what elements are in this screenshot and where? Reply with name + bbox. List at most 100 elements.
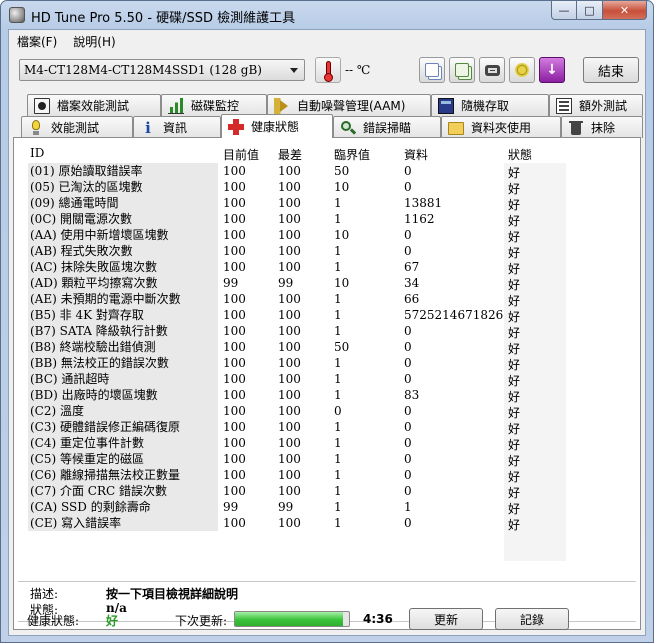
attr-id: (BD) 出廠時的壞區塊數 — [28, 387, 218, 403]
attr-worst: 100 — [278, 324, 301, 338]
table-row[interactable]: (C2) 溫度 100 100 0 0 好 — [28, 403, 560, 420]
table-row[interactable]: (B8) 終端校驗出錯偵測 100 100 50 0 好 — [28, 339, 560, 356]
attr-worst: 100 — [278, 484, 301, 498]
table-row[interactable]: (0C) 開關電源次數 100 100 1 1162 好 — [28, 211, 560, 228]
copy-button[interactable] — [419, 57, 445, 83]
menu-help[interactable]: 說明(H) — [65, 30, 123, 52]
copy-icon — [425, 63, 439, 77]
error-scan-icon — [340, 120, 357, 136]
maximize-button[interactable]: □ — [577, 1, 603, 20]
attr-current: 100 — [223, 324, 246, 338]
tab-aam[interactable]: 自動噪聲管理(AAM) — [267, 94, 431, 116]
description-label: 描述: — [30, 587, 59, 601]
attr-worst: 100 — [278, 260, 301, 274]
table-row[interactable]: (AA) 使用中新增壞區塊數 100 100 10 0 好 — [28, 227, 560, 244]
header-worst[interactable]: 最差 — [278, 146, 302, 163]
table-row[interactable]: (09) 總通電時間 100 100 1 13881 好 — [28, 195, 560, 212]
header-current[interactable]: 目前值 — [223, 146, 259, 163]
tab-label: 資料夾使用 — [471, 121, 532, 135]
attr-worst: 100 — [278, 180, 301, 194]
table-row[interactable]: (CE) 寫入錯誤率 100 100 1 0 好 — [28, 515, 560, 532]
header-status[interactable]: 狀態 — [508, 146, 532, 163]
tab-erase[interactable]: 抹除 — [561, 116, 643, 138]
attr-id: (C3) 硬體錯誤修正編碼復原 — [28, 419, 218, 435]
attr-threshold: 10 — [334, 276, 350, 290]
attr-threshold: 1 — [334, 372, 342, 386]
drive-select-value: M4-CT128M4-CT128M4SSD1 (128 gB) — [24, 63, 262, 77]
table-row[interactable]: (BD) 出廠時的壞區塊數 100 100 1 83 好 — [28, 387, 560, 404]
table-row[interactable]: (C5) 等候重定的磁區 100 100 1 0 好 — [28, 451, 560, 468]
drive-select[interactable]: M4-CT128M4-CT128M4SSD1 (128 gB) — [19, 59, 305, 81]
close-button[interactable]: ✕ — [603, 1, 647, 20]
table-row[interactable]: (AD) 顆粒平均擦寫次數 99 99 10 34 好 — [28, 275, 560, 292]
tab-error-scan[interactable]: 錯誤掃瞄 — [333, 116, 441, 138]
attr-id: (AE) 未預期的電源中斷次數 — [28, 291, 218, 307]
attr-threshold: 0 — [334, 404, 342, 418]
table-row[interactable]: (BB) 無法校正的錯誤次數 100 100 1 0 好 — [28, 355, 560, 372]
tab-random-access[interactable]: 隨機存取 — [431, 94, 549, 116]
header-threshold[interactable]: 臨界值 — [334, 146, 370, 163]
table-row[interactable]: (AE) 未預期的電源中斷次數 100 100 1 66 好 — [28, 291, 560, 308]
erase-icon — [568, 120, 584, 136]
attr-current: 100 — [223, 516, 246, 530]
table-row[interactable]: (C3) 硬體錯誤修正編碼復原 100 100 1 0 好 — [28, 419, 560, 436]
minimize-button[interactable]: — — [551, 1, 577, 20]
tab-row-bottom: 效能測試 i 資訊 健康狀態 錯誤掃瞄 資料夾使用 抹除 — [21, 114, 643, 138]
tab-label: 效能測試 — [51, 121, 100, 135]
exit-button[interactable]: 結束 — [583, 57, 639, 83]
attr-worst: 100 — [278, 356, 301, 370]
attr-current: 100 — [223, 340, 246, 354]
menu-file[interactable]: 檔案(F) — [9, 30, 65, 52]
attr-worst: 100 — [278, 340, 301, 354]
attr-worst: 100 — [278, 404, 301, 418]
tab-health[interactable]: 健康狀態 — [221, 114, 333, 138]
attr-worst: 100 — [278, 372, 301, 386]
table-row[interactable]: (C4) 重定位事件計數 100 100 1 0 好 — [28, 435, 560, 452]
tab-info[interactable]: i 資訊 — [133, 116, 221, 138]
download-button[interactable]: ↓ — [539, 57, 565, 83]
extra-tests-icon — [556, 97, 572, 114]
log-button[interactable]: 記錄 — [495, 608, 569, 630]
attr-threshold: 50 — [334, 340, 350, 354]
attr-threshold: 1 — [334, 260, 342, 274]
tab-extra-tests[interactable]: 額外測試 — [549, 94, 643, 116]
tab-label: 額外測試 — [579, 99, 628, 113]
table-row[interactable]: (05) 已淘汰的區塊數 100 100 10 0 好 — [28, 179, 560, 196]
table-row[interactable]: (AB) 程式失敗次數 100 100 1 0 好 — [28, 243, 560, 260]
attr-data: 0 — [404, 180, 412, 194]
tab-benchmark[interactable]: 效能測試 — [21, 116, 133, 138]
tab-folder-usage[interactable]: 資料夾使用 — [441, 116, 561, 138]
attr-worst: 100 — [278, 196, 301, 210]
table-row[interactable]: (B7) SATA 降級執行計數 100 100 1 0 好 — [28, 323, 560, 340]
attr-data: 0 — [404, 484, 412, 498]
attr-worst: 100 — [278, 436, 301, 450]
table-row[interactable]: (C7) 介面 CRC 錯誤次數 100 100 1 0 好 — [28, 483, 560, 500]
header-id[interactable]: ID — [28, 145, 218, 161]
attr-current: 100 — [223, 436, 246, 450]
header-data[interactable]: 資料 — [404, 146, 428, 163]
title-bar[interactable]: HD Tune Pro 5.50 - 硬碟/SSD 檢測維護工具 — □ ✕ — [1, 1, 653, 29]
table-row[interactable]: (C6) 離線掃描無法校正數量 100 100 1 0 好 — [28, 467, 560, 484]
attr-current: 100 — [223, 260, 246, 274]
attr-threshold: 1 — [334, 484, 342, 498]
table-row[interactable]: (AC) 抹除失敗區塊次數 100 100 1 67 好 — [28, 259, 560, 276]
tab-disk-monitor[interactable]: 磁碟監控 — [161, 94, 267, 116]
attr-worst: 100 — [278, 308, 301, 322]
refresh-button[interactable]: 更新 — [409, 608, 483, 630]
attr-worst: 100 — [278, 468, 301, 482]
attr-threshold: 1 — [334, 244, 342, 258]
tab-label: 抹除 — [591, 121, 616, 135]
tab-file-benchmark[interactable]: 檔案效能測試 — [27, 94, 161, 116]
table-row[interactable]: (01) 原始讀取錯誤率 100 100 50 0 好 — [28, 163, 560, 180]
table-row[interactable]: (BC) 通訊超時 100 100 1 0 好 — [28, 371, 560, 388]
attr-current: 100 — [223, 452, 246, 466]
table-row[interactable]: (CA) SSD 的剩餘壽命 99 99 1 1 好 — [28, 499, 560, 516]
table-row[interactable]: (B5) 非 4K 對齊存取 100 100 1 5725214671826 好 — [28, 307, 560, 324]
copy-info-icon — [455, 63, 469, 77]
screenshot-button[interactable] — [479, 57, 505, 83]
hd-tune-app-icon — [9, 7, 25, 23]
attr-current: 100 — [223, 404, 246, 418]
copy-info-button[interactable] — [449, 57, 475, 83]
attr-data: 0 — [404, 356, 412, 370]
options-button[interactable] — [509, 57, 535, 83]
